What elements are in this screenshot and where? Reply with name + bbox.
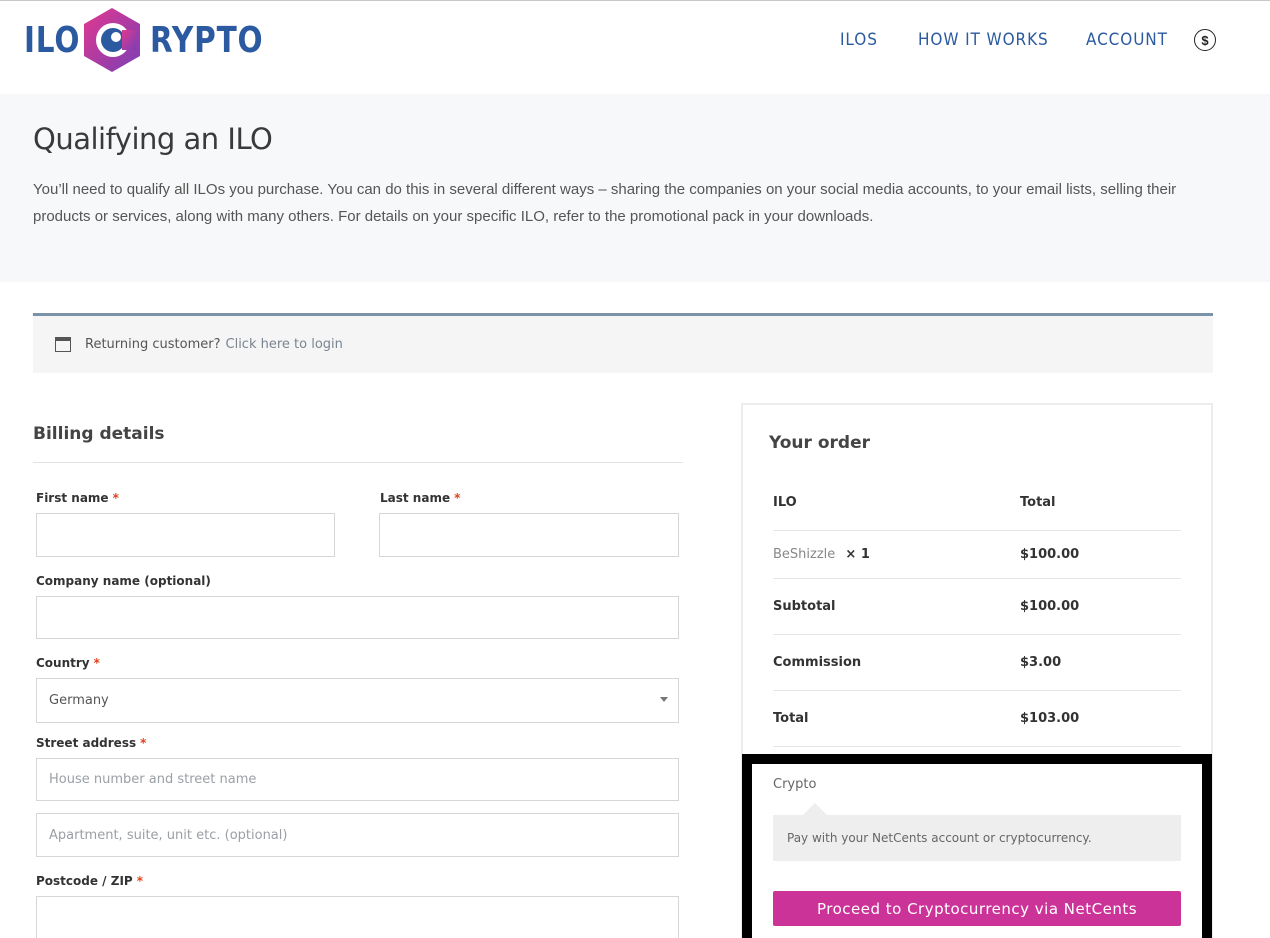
- street-label: Street address*: [36, 736, 146, 750]
- chevron-down-icon: [660, 697, 668, 702]
- dollar-circle-icon[interactable]: $: [1194, 29, 1216, 51]
- site-logo[interactable]: ILO RYPTO: [24, 5, 288, 75]
- total-label: Total: [773, 711, 809, 726]
- company-label: Company name (optional): [36, 574, 211, 588]
- last-name-label: Last name*: [380, 491, 460, 505]
- total-value: $103.00: [1020, 711, 1079, 726]
- order-col-total: Total: [1020, 495, 1056, 510]
- postcode-input[interactable]: [36, 896, 679, 938]
- order-subtotal-row: Subtotal $100.00: [773, 579, 1181, 635]
- proceed-to-crypto-button[interactable]: Proceed to Cryptocurrency via NetCents: [773, 891, 1181, 926]
- order-total-row: Total $103.00: [773, 691, 1181, 747]
- last-name-input[interactable]: [379, 513, 679, 557]
- page-title: Qualifying an ILO: [33, 122, 272, 156]
- returning-customer-text: Returning customer?: [85, 337, 221, 352]
- postcode-label: Postcode / ZIP*: [36, 874, 143, 888]
- street-address-2-input[interactable]: Apartment, suite, unit etc. (optional): [36, 813, 679, 857]
- billing-title: Billing details: [33, 424, 165, 444]
- order-item-row: BeShizzle × 1 $100.00: [773, 531, 1181, 579]
- main-nav: ILOS HOW IT WORKS ACCOUNT $: [840, 28, 1216, 51]
- logo-text-right: RYPTO: [150, 20, 263, 61]
- subtotal-value: $100.00: [1020, 599, 1079, 614]
- page-intro: You’ll need to qualify all ILOs you purc…: [33, 176, 1213, 230]
- logo-text-left: ILO: [24, 20, 73, 61]
- payment-box-caret: [803, 803, 827, 815]
- billing-divider: [33, 462, 683, 463]
- site-header: ILO RYPTO ILOS HOW IT WORKS ACCOUNT $: [0, 1, 1270, 94]
- payment-description: Pay with your NetCents account or crypto…: [773, 815, 1181, 861]
- first-name-input[interactable]: [36, 513, 335, 557]
- order-title: Your order: [769, 433, 870, 453]
- commission-value: $3.00: [1020, 655, 1061, 670]
- order-item-total: $100.00: [1020, 547, 1079, 562]
- order-col-ilo: ILO: [773, 495, 797, 510]
- company-input[interactable]: [36, 596, 679, 639]
- commission-label: Commission: [773, 655, 861, 670]
- order-item-qty: × 1: [845, 547, 869, 562]
- country-select[interactable]: Germany: [36, 678, 679, 723]
- login-link[interactable]: Click here to login: [226, 337, 343, 352]
- street-address-input[interactable]: House number and street name: [36, 758, 679, 801]
- country-selected-value: Germany: [49, 693, 109, 708]
- page-hero: Qualifying an ILO You’ll need to qualify…: [0, 94, 1270, 282]
- logo-mark-icon: [80, 6, 144, 74]
- country-label: Country*: [36, 656, 100, 670]
- nav-ilos[interactable]: ILOS: [840, 30, 874, 50]
- nav-account[interactable]: ACCOUNT: [1086, 30, 1156, 50]
- subtotal-label: Subtotal: [773, 599, 836, 614]
- order-commission-row: Commission $3.00: [773, 635, 1181, 691]
- order-item-name: BeShizzle: [773, 547, 835, 562]
- calendar-icon: [55, 337, 71, 352]
- nav-how-it-works[interactable]: HOW IT WORKS: [918, 30, 1033, 50]
- payment-method-crypto[interactable]: Crypto: [773, 777, 816, 792]
- returning-customer-notice: Returning customer? Click here to login: [33, 313, 1213, 373]
- first-name-label: First name*: [36, 491, 119, 505]
- order-table-header: ILO Total: [773, 483, 1181, 531]
